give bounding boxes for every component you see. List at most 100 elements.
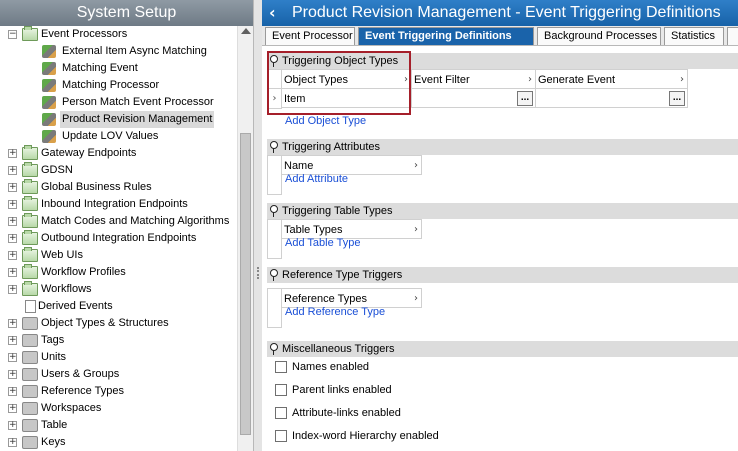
tree-item[interactable]: + Tags bbox=[0, 332, 238, 349]
column-reference-types[interactable]: Reference Types › bbox=[281, 288, 422, 308]
event-filter-ellipsis-button[interactable]: ... bbox=[517, 91, 533, 106]
expand-icon[interactable]: + bbox=[8, 285, 17, 294]
expand-icon[interactable]: + bbox=[8, 200, 17, 209]
scrollbar-thumb[interactable] bbox=[240, 133, 251, 435]
tree-item-label: Matching Event bbox=[62, 62, 138, 74]
expand-icon[interactable]: + bbox=[8, 404, 17, 413]
tree-item-label: Workflow Profiles bbox=[41, 266, 126, 278]
pin-icon[interactable] bbox=[270, 141, 278, 153]
tree-item[interactable]: Derived Events bbox=[0, 298, 238, 315]
expand-icon[interactable]: + bbox=[8, 166, 17, 175]
index-word-hierarchy-enabled-checkbox[interactable] bbox=[275, 430, 287, 442]
expand-icon[interactable]: + bbox=[8, 353, 17, 362]
tree-item[interactable]: + Web UIs bbox=[0, 247, 238, 264]
pin-icon[interactable] bbox=[270, 269, 278, 281]
tree-item-label: Outbound Integration Endpoints bbox=[41, 232, 197, 244]
tree-item[interactable]: + Match Codes and Matching Algorithms bbox=[0, 213, 238, 230]
tree-item-label: Product Revision Management bbox=[60, 111, 215, 128]
chevron-right-icon: › bbox=[414, 293, 418, 304]
column-table-types[interactable]: Table Types › bbox=[281, 219, 422, 239]
expand-icon[interactable]: + bbox=[8, 183, 17, 192]
tab-overflow[interactable] bbox=[727, 27, 738, 45]
chevron-right-icon: › bbox=[414, 224, 418, 235]
pin-icon[interactable] bbox=[270, 343, 278, 355]
add-attribute-link[interactable]: Add Attribute bbox=[285, 173, 348, 185]
tab-background-processes[interactable]: Background Processes bbox=[537, 27, 661, 45]
pin-icon[interactable] bbox=[270, 205, 278, 217]
expand-icon[interactable]: + bbox=[8, 149, 17, 158]
column-event-filter[interactable]: Event Filter › bbox=[411, 69, 536, 89]
editor-header: ‹ Product Revision Management - Event Tr… bbox=[262, 0, 738, 26]
expand-icon[interactable]: + bbox=[8, 234, 17, 243]
expand-icon[interactable]: + bbox=[8, 217, 17, 226]
tree-item[interactable]: + Workspaces bbox=[0, 400, 238, 417]
tree-item[interactable]: + Gateway Endpoints bbox=[0, 145, 238, 162]
tree-item[interactable]: + Workflows bbox=[0, 281, 238, 298]
splitter-grip-icon[interactable] bbox=[257, 267, 259, 279]
tree-item[interactable]: + Outbound Integration Endpoints bbox=[0, 230, 238, 247]
tab-event-processor[interactable]: Event Processor bbox=[265, 27, 355, 45]
tree-item[interactable]: + GDSN bbox=[0, 162, 238, 179]
chevron-right-icon: › bbox=[404, 74, 408, 85]
parent-links-enabled-checkbox[interactable] bbox=[275, 384, 287, 396]
tree-item[interactable]: Matching Event bbox=[0, 60, 238, 77]
object-type-cell[interactable]: Item bbox=[281, 88, 412, 108]
names-enabled-checkbox[interactable] bbox=[275, 361, 287, 373]
tree-item[interactable]: + Reference Types bbox=[0, 383, 238, 400]
tree-item[interactable]: + Keys bbox=[0, 434, 238, 451]
tree-item[interactable]: Update LOV Values bbox=[0, 128, 238, 145]
tree-item[interactable]: + Global Business Rules bbox=[0, 179, 238, 196]
tree-item[interactable]: Product Revision Management bbox=[0, 111, 238, 128]
tree-item[interactable]: Matching Processor bbox=[0, 77, 238, 94]
folder-icon bbox=[22, 162, 38, 177]
tree-item-label: Object Types & Structures bbox=[41, 317, 169, 329]
generate-event-ellipsis-button[interactable]: ... bbox=[669, 91, 685, 106]
generate-event-cell[interactable]: ... bbox=[535, 88, 688, 108]
event-filter-cell[interactable]: ... bbox=[411, 88, 536, 108]
panel-splitter[interactable] bbox=[254, 0, 262, 451]
triggering-attributes-header[interactable]: Triggering Attributes bbox=[267, 139, 738, 155]
expand-icon[interactable]: + bbox=[8, 421, 17, 430]
row-gutter bbox=[267, 155, 282, 195]
triggering-object-types-header[interactable]: Triggering Object Types bbox=[267, 53, 738, 69]
event-processor-icon bbox=[42, 113, 56, 126]
column-generate-event[interactable]: Generate Event › bbox=[535, 69, 688, 89]
add-reference-type-link[interactable]: Add Reference Type bbox=[285, 306, 385, 318]
tree-item-label: Inbound Integration Endpoints bbox=[41, 198, 188, 210]
expand-icon[interactable]: + bbox=[8, 319, 17, 328]
attribute-links-enabled-checkbox[interactable] bbox=[275, 407, 287, 419]
scroll-up-arrow-icon[interactable] bbox=[241, 28, 251, 34]
tree-item[interactable]: + Table bbox=[0, 417, 238, 434]
expand-icon[interactable]: + bbox=[8, 370, 17, 379]
tree-item[interactable]: + Units bbox=[0, 349, 238, 366]
tab-statistics[interactable]: Statistics bbox=[664, 27, 724, 45]
tree-item[interactable]: − Event Processors bbox=[0, 26, 238, 43]
tree-scrollbar[interactable] bbox=[237, 26, 253, 451]
expand-icon[interactable]: + bbox=[8, 251, 17, 260]
section-title: Triggering Attributes bbox=[282, 141, 381, 153]
tree-item[interactable]: External Item Async Matching bbox=[0, 43, 238, 60]
expand-icon[interactable]: + bbox=[8, 387, 17, 396]
expand-icon[interactable]: + bbox=[8, 268, 17, 277]
column-object-types[interactable]: Object Types › bbox=[281, 69, 412, 89]
tree-item[interactable]: + Workflow Profiles bbox=[0, 264, 238, 281]
add-object-type-link[interactable]: Add Object Type bbox=[285, 115, 366, 127]
tree-item[interactable]: + Object Types & Structures bbox=[0, 315, 238, 332]
tree-item[interactable]: + Users & Groups bbox=[0, 366, 238, 383]
add-table-type-link[interactable]: Add Table Type bbox=[285, 237, 360, 249]
folder-icon bbox=[22, 213, 38, 228]
system-setup-title: System Setup bbox=[0, 0, 253, 26]
expand-icon[interactable]: + bbox=[8, 438, 17, 447]
collapse-icon[interactable]: − bbox=[8, 30, 17, 39]
triggering-table-types-header[interactable]: Triggering Table Types bbox=[267, 203, 738, 219]
tree-item[interactable]: Person Match Event Processor bbox=[0, 94, 238, 111]
miscellaneous-triggers-header[interactable]: Miscellaneous Triggers bbox=[267, 341, 738, 357]
pin-icon[interactable] bbox=[270, 55, 278, 67]
expand-icon[interactable]: + bbox=[8, 336, 17, 345]
tab-event-triggering-definitions[interactable]: Event Triggering Definitions bbox=[358, 27, 534, 45]
reference-type-triggers-header[interactable]: Reference Type Triggers bbox=[267, 267, 738, 283]
tree-item[interactable]: + Inbound Integration Endpoints bbox=[0, 196, 238, 213]
column-name[interactable]: Name › bbox=[281, 155, 422, 175]
row-selector[interactable]: › bbox=[267, 88, 282, 109]
back-chevron-icon[interactable]: ‹ bbox=[269, 5, 281, 21]
